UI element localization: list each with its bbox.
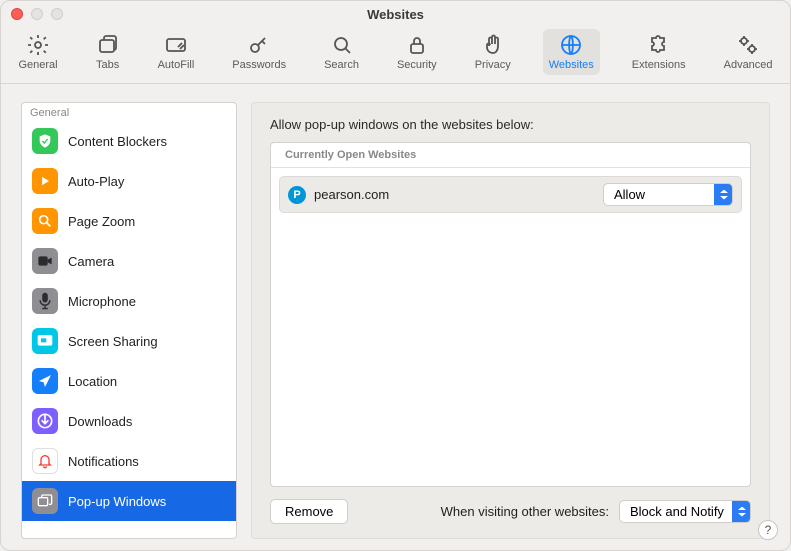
toolbar-tab-autofill[interactable]: AutoFill	[152, 29, 201, 75]
panel-heading: Allow pop-up windows on the websites bel…	[270, 117, 751, 132]
toolbar-tab-tabs[interactable]: Tabs	[90, 29, 126, 75]
site-domain: pearson.com	[314, 187, 389, 202]
sidebar-item-camera[interactable]: Camera	[22, 241, 236, 281]
autofill-icon	[164, 33, 188, 57]
toolbar-tab-extensions[interactable]: Extensions	[626, 29, 692, 75]
sidebar-item-label: Content Blockers	[68, 134, 167, 149]
table-section-header: Currently Open Websites	[271, 143, 750, 168]
globe-icon	[559, 33, 583, 57]
lock-icon	[405, 33, 429, 57]
toolbar-tab-label: AutoFill	[158, 59, 195, 71]
sidebar-item-page-zoom[interactable]: Page Zoom	[22, 201, 236, 241]
toolbar-tab-websites[interactable]: Websites	[543, 29, 600, 75]
default-setting-label: When visiting other websites:	[441, 504, 609, 519]
sidebar-item-label: Notifications	[68, 454, 139, 469]
sidebar-item-label: Location	[68, 374, 117, 389]
puzzle-icon	[647, 33, 671, 57]
shield-check-icon	[32, 128, 58, 154]
download-icon	[32, 408, 58, 434]
sidebar-item-label: Auto-Play	[68, 174, 124, 189]
play-icon	[32, 168, 58, 194]
site-setting-select[interactable]: Allow	[603, 183, 733, 206]
toolbar-tab-label: Security	[397, 59, 437, 71]
toolbar-tab-privacy[interactable]: Privacy	[469, 29, 517, 75]
search-icon	[330, 33, 354, 57]
toolbar-tab-label: Search	[324, 59, 359, 71]
key-icon	[247, 33, 271, 57]
sidebar-item-screen-sharing[interactable]: Screen Sharing	[22, 321, 236, 361]
bell-icon	[32, 448, 58, 474]
settings-sidebar: General Content Blockers Auto-Play Page Zo…	[21, 102, 237, 539]
toolbar-tab-label: General	[18, 59, 57, 71]
toolbar-tab-label: Extensions	[632, 59, 686, 71]
panel-footer: Remove When visiting other websites: Blo…	[270, 499, 751, 524]
toolbar-tab-label: Privacy	[475, 59, 511, 71]
sidebar-item-location[interactable]: Location	[22, 361, 236, 401]
screenshare-icon	[32, 328, 58, 354]
toolbar-tab-label: Websites	[549, 59, 594, 71]
sidebar-item-label: Pop-up Windows	[68, 494, 166, 509]
toolbar-tab-label: Advanced	[724, 59, 773, 71]
gear-icon	[26, 33, 50, 57]
site-favicon: P	[288, 186, 306, 204]
sidebar-item-label: Downloads	[68, 414, 132, 429]
sidebar-item-label: Camera	[68, 254, 114, 269]
windows-icon	[32, 488, 58, 514]
sidebar-item-notifications[interactable]: Notifications	[22, 441, 236, 481]
toolbar-tab-label: Tabs	[96, 59, 119, 71]
sidebar-item-content-blockers[interactable]: Content Blockers	[22, 121, 236, 161]
default-setting-select[interactable]: Block and Notify	[619, 500, 751, 523]
title-bar: Websites	[1, 1, 790, 27]
toolbar-tab-label: Passwords	[232, 59, 286, 71]
sidebar-item-auto-play[interactable]: Auto-Play	[22, 161, 236, 201]
main-panel: Allow pop-up windows on the websites bel…	[251, 102, 770, 539]
website-row[interactable]: Ppearson.com Allow	[279, 176, 742, 213]
sidebar-item-microphone[interactable]: Microphone	[22, 281, 236, 321]
gears-icon	[736, 33, 760, 57]
sidebar-section-header: General	[22, 103, 236, 121]
toolbar-tab-passwords[interactable]: Passwords	[226, 29, 292, 75]
camera-icon	[32, 248, 58, 274]
sidebar-item-downloads[interactable]: Downloads	[22, 401, 236, 441]
website-table: Currently Open Websites Ppearson.com Allo…	[270, 142, 751, 487]
help-button[interactable]: ?	[758, 520, 778, 540]
mic-icon	[32, 288, 58, 314]
sidebar-item-label: Screen Sharing	[68, 334, 158, 349]
tabs-icon	[96, 33, 120, 57]
hand-icon	[481, 33, 505, 57]
preferences-toolbar: General Tabs AutoFill Passwords Search Securi…	[1, 27, 790, 84]
remove-button[interactable]: Remove	[270, 499, 348, 524]
toolbar-tab-security[interactable]: Security	[391, 29, 443, 75]
zoom-icon	[32, 208, 58, 234]
toolbar-tab-advanced[interactable]: Advanced	[718, 29, 779, 75]
arrow-icon	[32, 368, 58, 394]
sidebar-item-label: Page Zoom	[68, 214, 135, 229]
toolbar-tab-search[interactable]: Search	[318, 29, 365, 75]
toolbar-tab-general[interactable]: General	[12, 29, 63, 75]
window-title: Websites	[1, 7, 790, 22]
sidebar-item-label: Microphone	[68, 294, 136, 309]
sidebar-item-pop-up-windows[interactable]: Pop-up Windows	[22, 481, 236, 521]
